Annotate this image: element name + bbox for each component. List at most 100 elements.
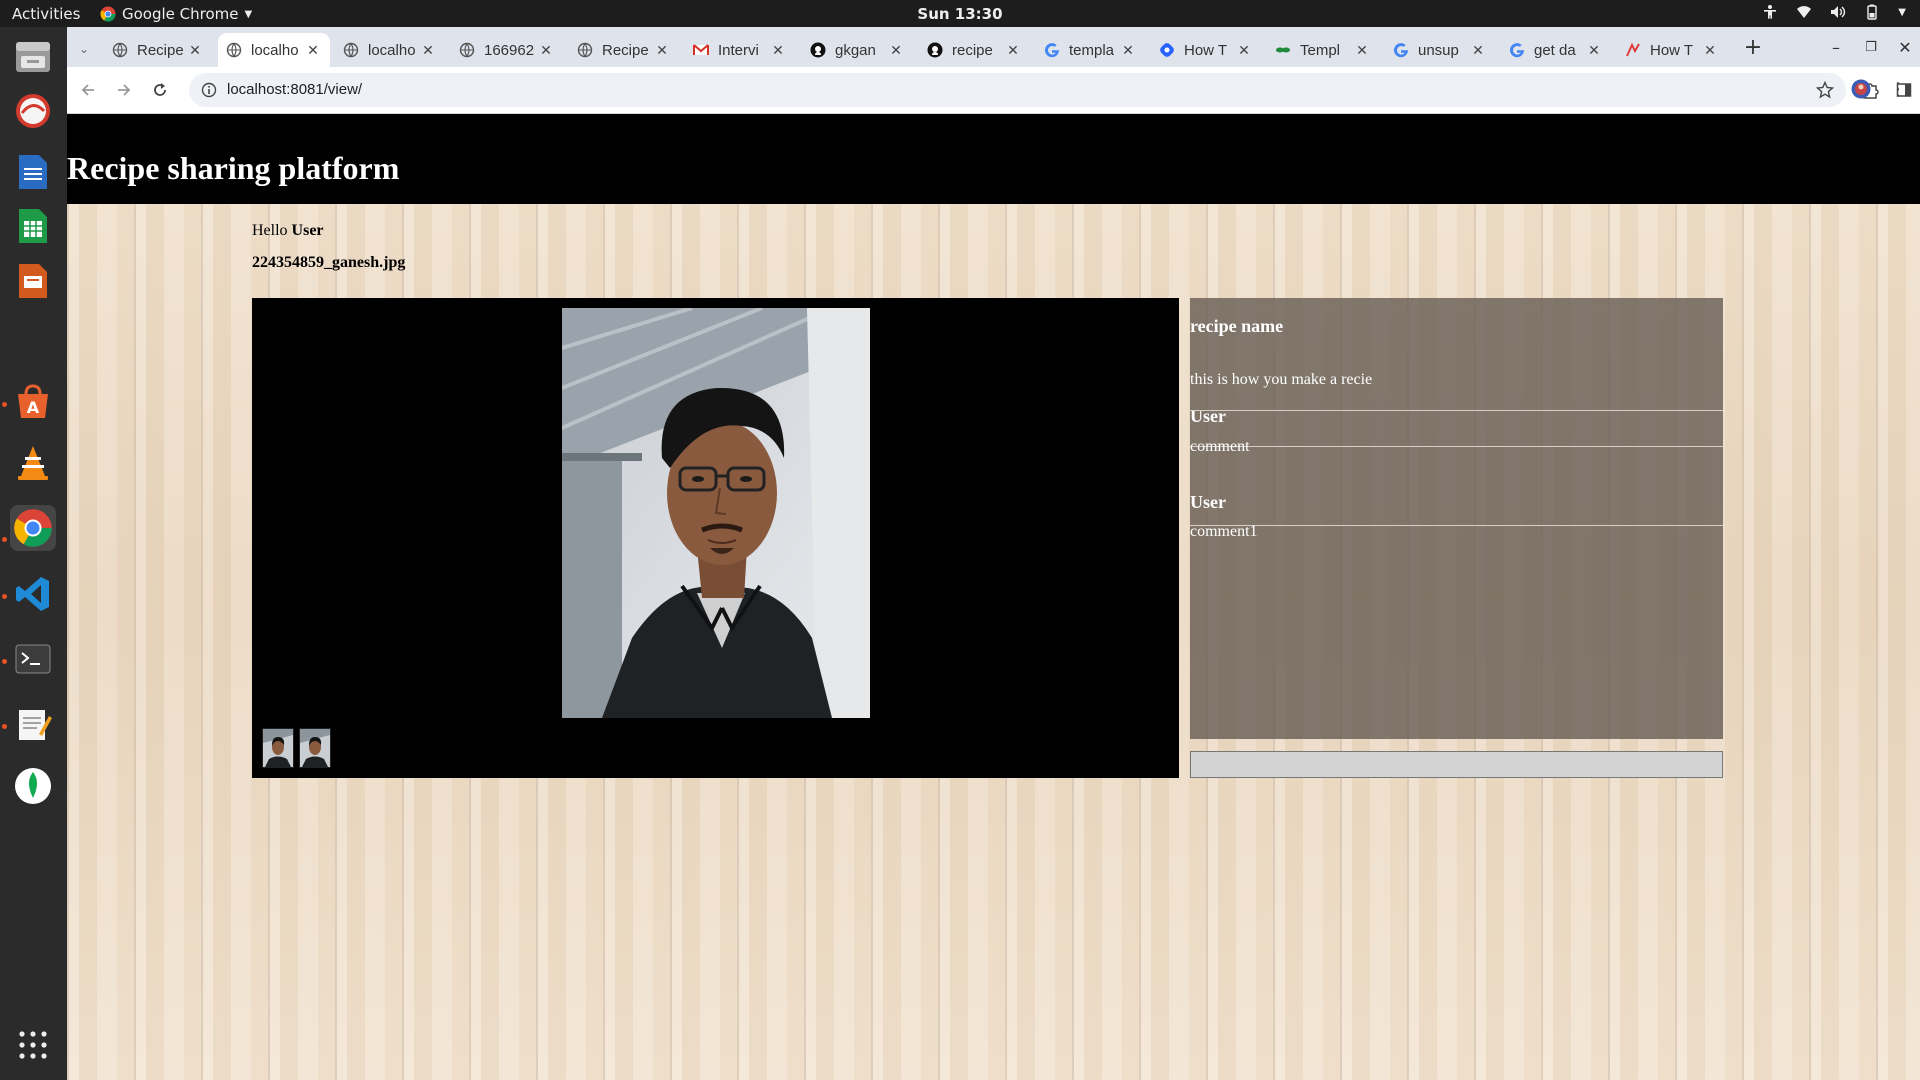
- arrow-left-icon: [81, 84, 94, 96]
- volume-icon[interactable]: [1830, 4, 1846, 20]
- avatar-icon: [1851, 79, 1871, 99]
- tab[interactable]: How T ✕: [1617, 33, 1727, 67]
- tab[interactable]: Templ ✕: [1267, 33, 1379, 67]
- greeting-username: User: [291, 222, 324, 239]
- vscode-icon[interactable]: [10, 571, 56, 617]
- comment-input[interactable]: [1190, 751, 1723, 778]
- close-tab-icon[interactable]: ✕: [887, 42, 905, 59]
- writer-icon[interactable]: [10, 149, 56, 195]
- battery-icon[interactable]: [1864, 4, 1880, 20]
- reload-button[interactable]: [149, 79, 171, 101]
- tab[interactable]: gkgan ✕: [802, 33, 913, 67]
- tab-label: Recipe: [137, 41, 184, 59]
- comment-item: User comment1: [1190, 448, 1723, 540]
- globe-icon: [459, 42, 475, 58]
- greeting: Hello User: [252, 222, 324, 240]
- close-window-button[interactable]: ✕: [1894, 36, 1916, 58]
- tab[interactable]: How T ✕: [1151, 33, 1261, 67]
- google-icon: [1393, 42, 1409, 58]
- app-store-icon[interactable]: A: [10, 379, 56, 425]
- thymeleaf-icon: [1275, 42, 1291, 58]
- globe-icon: [343, 42, 359, 58]
- terminal-icon[interactable]: [10, 636, 56, 682]
- chevron-down-icon: ▼: [244, 8, 253, 20]
- tab-label: Intervi: [718, 41, 759, 59]
- photo-thumbnail[interactable]: [299, 728, 331, 768]
- tab-label: templa: [1069, 41, 1115, 59]
- close-tab-icon[interactable]: ✕: [1119, 42, 1137, 59]
- tab[interactable]: localho ✕: [335, 33, 445, 67]
- chrome-icon: [100, 6, 116, 22]
- app-grid-icon[interactable]: [10, 1022, 56, 1068]
- tab-label: How T: [1650, 41, 1694, 59]
- recipe-main-photo[interactable]: [562, 308, 870, 718]
- new-tab-button[interactable]: +: [1742, 35, 1764, 60]
- site-header: Recipe sharing platform: [67, 114, 1920, 204]
- files-icon[interactable]: [10, 33, 56, 79]
- running-indicator: [2, 659, 7, 664]
- comment-divider: [1190, 410, 1723, 411]
- close-tab-icon[interactable]: ✕: [1701, 42, 1719, 59]
- portrait-photo: [562, 308, 870, 718]
- tab-label: unsup: [1418, 41, 1459, 59]
- activities-button[interactable]: Activities: [12, 5, 80, 23]
- browser-menu-button[interactable]: ⋮: [1887, 78, 1909, 100]
- google-icon: [1509, 42, 1525, 58]
- mongodb-compass-icon[interactable]: [10, 763, 56, 809]
- profile-avatar[interactable]: [1850, 78, 1872, 100]
- close-tab-icon[interactable]: ✕: [304, 42, 322, 59]
- comment-user: User: [1190, 492, 1226, 512]
- app-menu[interactable]: Google Chrome ▼: [100, 5, 252, 23]
- forward-button[interactable]: [113, 79, 135, 101]
- close-tab-icon[interactable]: ✕: [419, 42, 437, 59]
- clock[interactable]: Sun 13:30: [480, 5, 1440, 23]
- bookmark-star-icon[interactable]: [1816, 81, 1834, 99]
- tab[interactable]: templa ✕: [1036, 33, 1145, 67]
- accessibility-icon[interactable]: [1762, 4, 1778, 20]
- close-tab-icon[interactable]: ✕: [1235, 42, 1253, 59]
- tab[interactable]: get da ✕: [1501, 33, 1611, 67]
- close-tab-icon[interactable]: ✕: [769, 42, 787, 59]
- back-button[interactable]: [77, 79, 99, 101]
- browser-toolbar: localhost:8081/view/: [67, 67, 1920, 114]
- close-tab-icon[interactable]: ✕: [537, 42, 555, 59]
- close-tab-icon[interactable]: ✕: [1353, 42, 1371, 59]
- vlc-icon[interactable]: [10, 440, 56, 486]
- hashnode-icon: [1159, 42, 1175, 58]
- app-menu-label: Google Chrome: [122, 5, 239, 23]
- close-tab-icon[interactable]: ✕: [1469, 42, 1487, 59]
- text-editor-icon[interactable]: [10, 701, 56, 747]
- tab-label: How T: [1184, 41, 1228, 59]
- tab[interactable]: Intervi ✕: [685, 33, 795, 67]
- dock: A: [0, 27, 67, 1080]
- photo-thumbnail[interactable]: [262, 728, 294, 768]
- tab-label: localho: [251, 41, 299, 59]
- system-tray[interactable]: ▼: [1762, 4, 1906, 20]
- wifi-icon[interactable]: [1796, 4, 1812, 20]
- address-bar[interactable]: localhost:8081/view/: [189, 73, 1846, 107]
- tab-label: recipe: [952, 41, 993, 59]
- close-tab-icon[interactable]: ✕: [1004, 42, 1022, 59]
- close-tab-icon[interactable]: ✕: [653, 42, 671, 59]
- tab[interactable]: Recipe ✕: [104, 33, 212, 67]
- chevron-down-icon[interactable]: ▼: [1898, 7, 1906, 18]
- restore-button[interactable]: ❐: [1860, 36, 1882, 58]
- arrow-right-icon: [118, 84, 131, 96]
- impress-icon[interactable]: [10, 258, 56, 304]
- close-tab-icon[interactable]: ✕: [186, 42, 204, 59]
- comment-text: comment1: [1190, 523, 1258, 540]
- info-icon[interactable]: [201, 82, 217, 98]
- recipe-name: recipe name: [1190, 316, 1284, 336]
- minimize-button[interactable]: –: [1825, 36, 1847, 58]
- tab-active[interactable]: localho ✕: [218, 33, 330, 67]
- tab[interactable]: Recipe ✕: [569, 33, 679, 67]
- chrome-icon[interactable]: [10, 505, 56, 551]
- tab[interactable]: 166962 ✕: [451, 33, 563, 67]
- tab[interactable]: unsup ✕: [1385, 33, 1495, 67]
- calc-icon[interactable]: [10, 203, 56, 249]
- tab-search-chevron-icon[interactable]: ⌄: [73, 38, 95, 60]
- github-icon: [927, 42, 943, 58]
- close-tab-icon[interactable]: ✕: [1585, 42, 1603, 59]
- tab[interactable]: recipe ✕: [919, 33, 1030, 67]
- shotwell-icon[interactable]: [10, 88, 56, 134]
